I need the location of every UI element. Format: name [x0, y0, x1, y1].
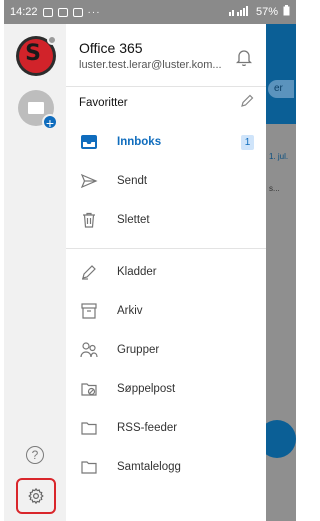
- divider: [66, 248, 266, 249]
- folder-item-junk[interactable]: Søppelpost: [66, 370, 266, 408]
- folder-item-deleted[interactable]: Slettet: [66, 201, 266, 239]
- folder-item-rss-feeds[interactable]: RSS-feeder: [66, 409, 266, 447]
- folder-label: RSS-feeder: [117, 422, 178, 434]
- folder-item-inbox[interactable]: Innboks 1: [66, 123, 266, 161]
- draft-icon: [82, 265, 96, 280]
- account-logo-icon: S: [25, 41, 41, 66]
- navigation-drawer: Office 365 luster.test.lerar@luster.kom.…: [66, 24, 266, 521]
- background-snippet: s...: [269, 184, 280, 193]
- folder-item-groups[interactable]: Grupper: [66, 331, 266, 369]
- plus-icon: +: [42, 114, 58, 131]
- folder-icon: [81, 461, 97, 474]
- account-name: Office 365: [79, 40, 143, 56]
- folder-label: Slettet: [117, 214, 150, 226]
- folder-label: Arkiv: [117, 305, 143, 317]
- junk-folder-icon: [81, 383, 97, 396]
- background-filter-pill: er: [268, 80, 294, 98]
- add-account-button[interactable]: +: [18, 90, 58, 131]
- background-header: er: [266, 24, 296, 124]
- archive-icon: [81, 303, 97, 319]
- status-time: 14:22: [10, 6, 38, 18]
- message-notification-icon: [57, 7, 68, 17]
- gallery-notification-icon: [42, 7, 53, 17]
- folder-item-conversation-history[interactable]: Samtalelogg: [66, 448, 266, 486]
- inbox-icon: [81, 135, 97, 149]
- mail-icon: [28, 102, 44, 114]
- status-bar: 14:22 ··· 57%: [4, 0, 296, 24]
- folder-label: Sendt: [117, 175, 148, 187]
- background-date: 1. jul.: [269, 152, 289, 161]
- battery-icon: [283, 5, 290, 19]
- account-email: luster.test.lerar@luster.kom...: [79, 59, 222, 71]
- edit-favorites-button[interactable]: [240, 94, 254, 113]
- groups-icon: [80, 342, 98, 358]
- more-notifications-indicator: ···: [87, 6, 101, 18]
- bell-icon: [235, 50, 253, 67]
- folder-icon: [81, 422, 97, 435]
- folder-item-sent[interactable]: Sendt: [66, 162, 266, 200]
- settings-button[interactable]: [16, 478, 56, 514]
- unread-count-badge: 1: [241, 134, 254, 150]
- divider: [66, 86, 266, 87]
- folder-label: Grupper: [117, 344, 160, 356]
- folder-label: Kladder: [117, 266, 157, 278]
- folder-label: Innboks: [117, 136, 162, 148]
- gear-icon: [28, 487, 44, 505]
- account-avatar-office365[interactable]: S: [16, 35, 57, 76]
- folder-label: Samtalelogg: [117, 461, 181, 473]
- background-mail-list: er 1. jul. s...: [258, 24, 296, 521]
- favorites-header: Favoritter: [79, 97, 128, 109]
- folder-item-drafts[interactable]: Kladder: [66, 253, 266, 291]
- trash-icon: [83, 212, 95, 228]
- folder-item-archive[interactable]: Arkiv: [66, 292, 266, 330]
- pencil-icon: [241, 94, 254, 107]
- battery-percentage: 57%: [255, 6, 278, 18]
- status-dot: [47, 35, 57, 45]
- notifications-button[interactable]: [235, 48, 253, 71]
- folder-label: Søppelpost: [117, 383, 176, 395]
- signal-icon: [228, 5, 251, 19]
- help-button[interactable]: ?: [26, 446, 44, 464]
- account-rail: S + ?: [4, 24, 66, 521]
- send-icon: [80, 173, 98, 189]
- chat-notification-icon: [72, 7, 83, 17]
